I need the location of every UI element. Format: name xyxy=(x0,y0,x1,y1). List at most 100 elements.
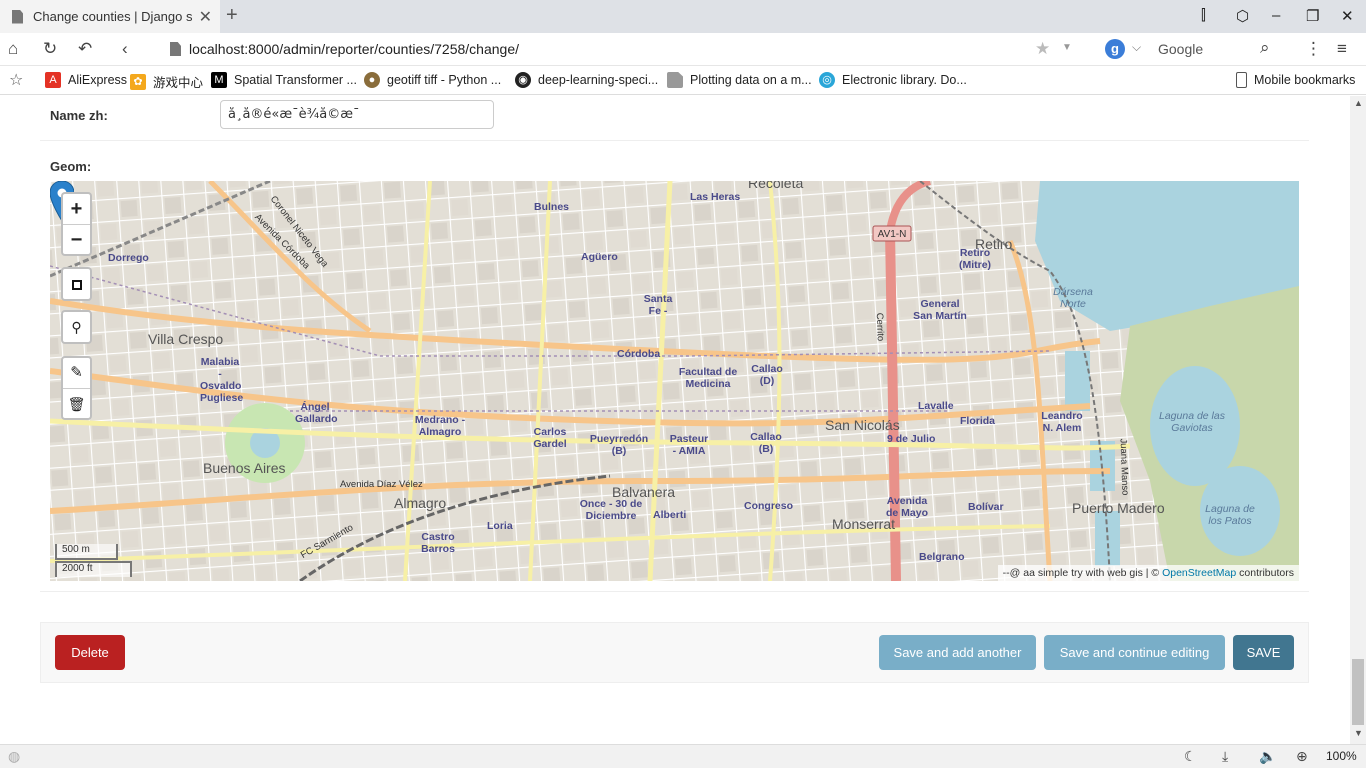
address-bar[interactable]: localhost:8000/admin/reporter/counties/7… xyxy=(160,36,1085,63)
github-icon: ◉ xyxy=(515,72,531,88)
scale-metric: 500 m xyxy=(55,544,118,560)
reload-icon[interactable]: ↻ xyxy=(43,39,57,59)
zoom-in-button[interactable]: + xyxy=(63,194,90,224)
tab-bar: Change counties | Django site admin ✕ + … xyxy=(0,0,1366,33)
bookmark-item[interactable]: Plotting data on a m... xyxy=(667,72,812,88)
geom-map-widget[interactable]: AV1-N Recoleta Las Heras Bulnes Agüero D… xyxy=(50,181,1299,581)
mobile-bookmarks[interactable]: Mobile bookmarks xyxy=(1236,72,1355,88)
map-label: Alberti xyxy=(653,509,687,521)
map-label: Agüero xyxy=(581,251,618,263)
library-icon: ◎ xyxy=(819,72,835,88)
chevron-down-icon[interactable]: ▼ xyxy=(1062,42,1072,53)
edit-layers-icon[interactable]: ✎ xyxy=(63,358,90,388)
map-label: Puerto Madero xyxy=(1072,500,1165,516)
save-and-add-another-button[interactable]: Save and add another xyxy=(879,635,1036,670)
home-icon[interactable]: ⌂ xyxy=(8,39,18,59)
bookmark-manager-icon[interactable]: ☆ xyxy=(9,70,23,90)
bookmark-item[interactable]: ◉ deep-learning-speci... xyxy=(515,72,658,88)
url-text[interactable]: localhost:8000/admin/reporter/counties/7… xyxy=(189,41,519,57)
scroll-up-icon[interactable]: ▲ xyxy=(1354,98,1363,108)
bookmark-item[interactable]: ✿ 游戏中心 xyxy=(130,72,203,91)
save-and-continue-button[interactable]: Save and continue editing xyxy=(1044,635,1225,670)
map-label: Once - 30 de Diciembre xyxy=(579,498,643,522)
name-zh-input[interactable] xyxy=(220,100,494,129)
extensions-icon[interactable]: ⬡ xyxy=(1236,7,1249,25)
map-label: Cerrito xyxy=(873,312,886,342)
download-icon[interactable]: ⤓ xyxy=(1222,748,1228,765)
page-icon xyxy=(12,9,23,24)
map-label: Buenos Aires xyxy=(203,460,286,476)
more-vertical-icon[interactable]: ⋮ xyxy=(1305,39,1322,59)
page-info-icon xyxy=(170,42,181,56)
map-label: Santa Fe - Carlos Jauregui xyxy=(643,293,673,317)
map-label: Medrano - Almagro xyxy=(414,414,466,438)
navigation-bar: ⌂ ↻ ↶ ‹ localhost:8000/admin/reporter/co… xyxy=(0,33,1366,66)
reading-mode-icon[interactable]: ⫿ xyxy=(1201,7,1206,24)
restore-icon[interactable]: ❐ xyxy=(1306,7,1319,25)
route-badge: AV1-N xyxy=(878,229,907,240)
menu-icon[interactable]: ≡ xyxy=(1337,39,1347,59)
delete-layers-icon[interactable]: 🗑 xyxy=(63,388,90,418)
google-icon: g xyxy=(1105,39,1125,59)
map-label: Facultad de Medicina xyxy=(678,366,738,390)
night-mode-icon[interactable]: ☾ xyxy=(1184,748,1197,765)
back-icon[interactable]: ‹ xyxy=(122,39,128,59)
save-button[interactable]: SAVE xyxy=(1233,635,1294,670)
minimize-icon[interactable]: – xyxy=(1272,7,1280,24)
bookmark-label: Plotting data on a m... xyxy=(690,73,812,87)
bookmark-star-icon[interactable]: ★ xyxy=(1035,39,1050,59)
bookmark-label: AliExpress xyxy=(68,73,128,87)
map-label: Bulnes xyxy=(534,201,570,213)
bookmark-item[interactable]: ◎ Electronic library. Do... xyxy=(819,72,967,88)
undo-icon[interactable]: ↶ xyxy=(78,39,92,59)
search-icon[interactable]: ⌕ xyxy=(1260,38,1270,58)
bookmark-label: 游戏中心 xyxy=(153,76,204,90)
draw-polygon-icon[interactable] xyxy=(63,269,90,299)
scroll-down-icon[interactable]: ▼ xyxy=(1354,728,1363,738)
map-label: Monserrat xyxy=(832,516,896,532)
draw-marker-icon[interactable]: ⚲ xyxy=(63,312,90,342)
volume-icon[interactable]: 🔈 xyxy=(1259,748,1276,765)
bookmarks-bar: ☆ A AliExpress ✿ 游戏中心 M Spatial Transfor… xyxy=(0,66,1366,95)
browser-tab[interactable]: Change counties | Django site admin ✕ xyxy=(0,0,220,33)
map-label: Dorrego xyxy=(108,252,149,264)
map-label: Retiro xyxy=(975,236,1013,252)
bookmark-item[interactable]: A AliExpress xyxy=(45,72,127,88)
scale-imperial: 2000 ft xyxy=(55,561,132,577)
mobile-bookmarks-label: Mobile bookmarks xyxy=(1254,73,1356,87)
bookmark-item[interactable]: M Spatial Transformer ... xyxy=(211,72,357,88)
map-label: Carlos Gardel xyxy=(533,426,567,450)
map-label: Callao (B) xyxy=(750,431,782,455)
openstreetmap-link[interactable]: OpenStreetMap xyxy=(1162,567,1236,579)
bookmark-label: Spatial Transformer ... xyxy=(234,73,357,87)
map-label: Malabia - Osvaldo Pugliese xyxy=(200,356,244,404)
zoom-out-button[interactable]: − xyxy=(63,224,90,254)
search-box[interactable]: g ⌵ Google ⌕ xyxy=(1096,38,1286,62)
map-label: 9 de Julio xyxy=(887,433,936,445)
map-attribution: --@ aa simple try with web gis | © OpenS… xyxy=(997,565,1299,581)
zoom-level[interactable]: 100% xyxy=(1326,749,1357,763)
map-label: Córdoba xyxy=(617,348,661,360)
zoom-icon[interactable]: ⊕ xyxy=(1296,748,1308,765)
map-label: Laguna de los Patos xyxy=(1205,503,1255,527)
map-label: Almagro xyxy=(394,495,447,511)
map-label: Ángel Gallardo xyxy=(295,401,338,425)
map-label: Avenida Díaz Vélez xyxy=(340,479,423,490)
medium-icon: M xyxy=(211,72,227,88)
mobile-icon xyxy=(1236,72,1247,88)
bookmark-label: geotiff tiff - Python ... xyxy=(387,73,502,87)
scroll-thumb[interactable] xyxy=(1352,659,1364,725)
stackexchange-icon: ● xyxy=(364,72,380,88)
bookmark-item[interactable]: ● geotiff tiff - Python ... xyxy=(364,72,501,88)
map-label: Recoleta xyxy=(748,181,804,191)
close-tab-icon[interactable]: ✕ xyxy=(199,7,212,27)
delete-button[interactable]: Delete xyxy=(55,635,125,670)
page-icon xyxy=(667,72,683,88)
chevron-down-icon[interactable]: ⌵ xyxy=(1132,40,1141,55)
close-window-icon[interactable]: ✕ xyxy=(1341,7,1354,25)
bookmark-label: deep-learning-speci... xyxy=(538,73,659,87)
map-label: Juana Manso xyxy=(1117,438,1131,496)
new-tab-icon[interactable]: + xyxy=(226,4,238,27)
page-scrollbar[interactable]: ▲ ▼ xyxy=(1350,96,1366,744)
map-label: Loria xyxy=(487,520,513,532)
